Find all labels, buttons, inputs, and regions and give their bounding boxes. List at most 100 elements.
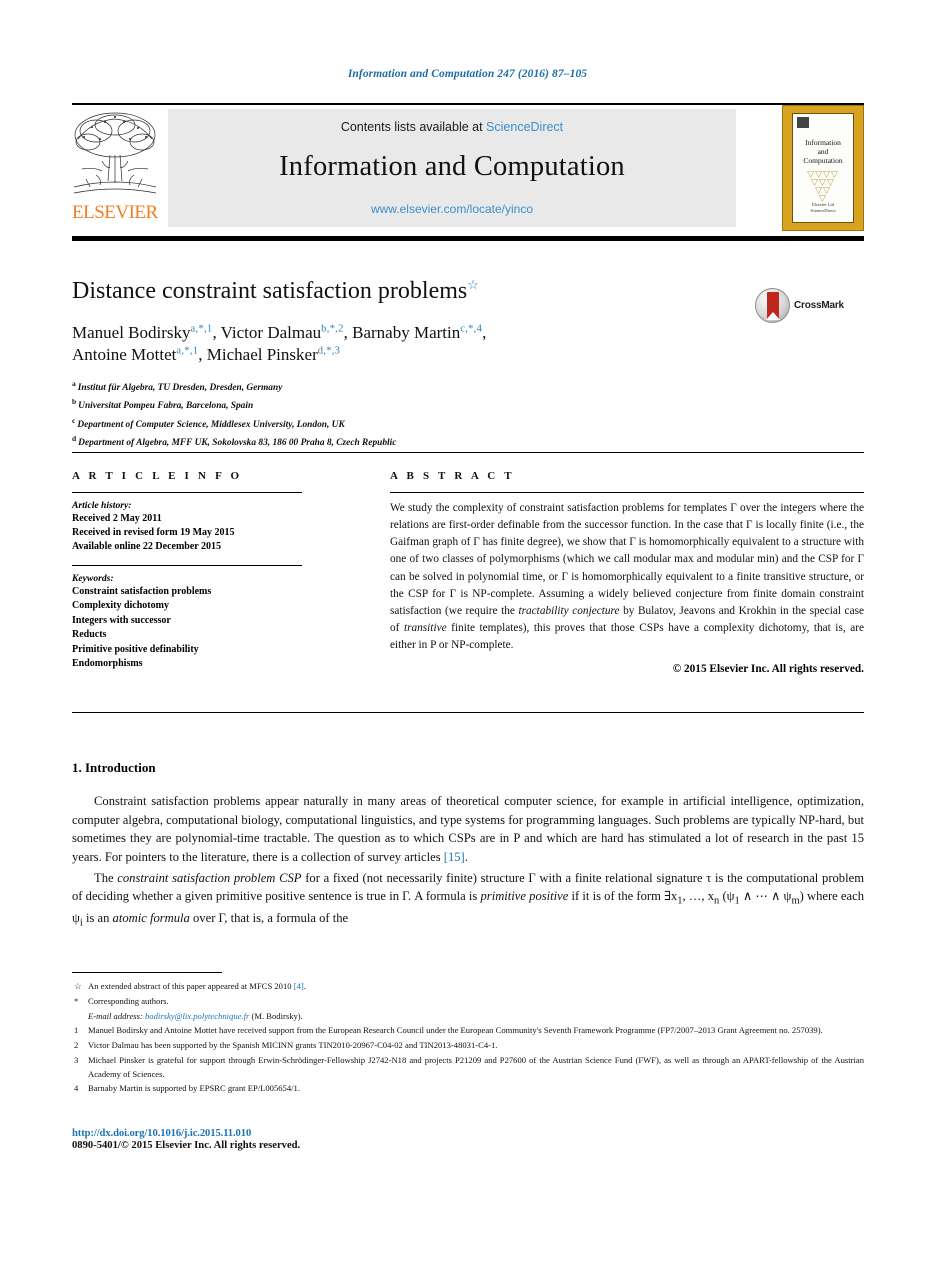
cover-title: Information and Computation	[793, 138, 853, 165]
affiliation-item: d Department of Algebra, MFF UK, Sokolovs…	[72, 433, 772, 451]
abstract-text: We study the complexity of constraint sa…	[390, 502, 864, 652]
elsevier-logo: ELSEVIER	[72, 109, 158, 229]
author-3-marks[interactable]: c,*,4	[460, 323, 482, 334]
section-heading: 1. Introduction	[72, 760, 156, 775]
affiliation-mark: d	[72, 434, 77, 444]
footnote-mark: *	[74, 995, 79, 1006]
email-label: E-mail address:	[88, 1010, 143, 1021]
abstract-bottom-rule	[72, 712, 864, 714]
contents-band: Contents lists available at ScienceDirec…	[168, 109, 736, 227]
footnote-mark: ☆	[74, 981, 82, 991]
footnote-separator-rule	[72, 972, 222, 973]
author-4: Antoine Mottet	[72, 345, 177, 365]
footnote-text: Michael Pinsker is grateful for support …	[88, 1054, 864, 1079]
cover-publisher-icon	[797, 117, 809, 128]
contents-available-line: Contents lists available at ScienceDirec…	[168, 109, 736, 134]
body-paragraph: Constraint satisfaction problems appear …	[72, 794, 864, 864]
footnote-item: 3 Michael Pinsker is grateful for suppor…	[72, 1054, 864, 1082]
cover-triangles-graphic: ▽▽▽▽ ▽▽▽ ▽▽ ▽	[807, 169, 839, 204]
email-owner: (M. Bodirsky).	[251, 1010, 303, 1021]
footnote-text: Manuel Bodirsky and Antoine Mottet have …	[88, 1024, 823, 1035]
journal-url-link[interactable]: www.elsevier.com/locate/yinco	[168, 202, 736, 216]
email-link[interactable]: bodirsky@lix.polytechnique.fr	[145, 1011, 249, 1021]
keyword-item: Primitive positive definability	[72, 643, 199, 655]
footnotes-region: ☆ An extended abstract of this paper app…	[72, 980, 864, 1097]
footnote-mark: 3	[74, 1054, 79, 1065]
contents-prefix-text: Contents lists available at	[340, 120, 487, 134]
cover-foot-line2: ScienceDirect	[810, 208, 836, 214]
cover-title-line1: Information	[805, 138, 841, 147]
info-top-rule	[72, 452, 864, 454]
elsevier-wordmark: ELSEVIER	[72, 202, 158, 223]
affiliation-text: Universitat Pompeu Fabra, Barcelona, Spa…	[78, 401, 254, 412]
footnote-item: * Corresponding authors.	[72, 995, 864, 1009]
body-paragraph: The constraint satisfaction problem CSP …	[72, 870, 865, 929]
author-1-marks[interactable]: a,*,1	[191, 323, 213, 334]
affiliation-item: b Universitat Pompeu Fabra, Barcelona, Sp…	[72, 396, 772, 414]
article-history-label: Article history:	[72, 500, 132, 511]
footnote-item: 1 Manuel Bodirsky and Antoine Mottet hav…	[72, 1024, 864, 1038]
keyword-item: Complexity dichotomy	[72, 600, 169, 612]
abstract-copyright: © 2015 Elsevier Inc. All rights reserved…	[672, 663, 864, 676]
page-title: Distance constraint satisfaction problem…	[72, 277, 772, 306]
footnote-email-line: E-mail address: bodirsky@lix.polytechniq…	[72, 1010, 864, 1024]
introduction-section: 1. Introduction Constraint satisfaction …	[72, 760, 864, 933]
keywords-label: Keywords:	[72, 572, 114, 584]
crossmark-icon	[755, 287, 790, 323]
footnote-text: Victor Dalmau has been supported by the …	[88, 1039, 498, 1050]
affiliation-text: Department of Computer Science, Middlese…	[77, 419, 345, 430]
author-5: Michael Pinsker	[206, 345, 318, 365]
footnote-mark: 2	[74, 1039, 79, 1050]
doi-block: http://dx.doi.org/10.1016/j.ic.2015.11.0…	[72, 1128, 672, 1151]
author-4-marks[interactable]: a,*,1	[176, 345, 198, 356]
paper-page: Information and Computation 247 (2016) 8…	[0, 0, 935, 1266]
keyword-item: Reducts	[72, 629, 107, 641]
affiliation-item: c Department of Computer Science, Middles…	[72, 415, 772, 433]
author-3: Barnaby Martin	[352, 322, 461, 342]
affiliations-list: a Institut für Algebra, TU Dresden, Dresd…	[72, 378, 772, 451]
journal-title: Information and Computation	[279, 151, 625, 182]
author-5-marks[interactable]: d,*,3	[318, 345, 341, 356]
footnote-item: ☆ An extended abstract of this paper app…	[72, 980, 864, 994]
cover-title-line3: Computation	[803, 156, 843, 166]
article-history-item: Available online 22 December 2015	[72, 541, 222, 553]
sciencedirect-link[interactable]: ScienceDirect	[486, 120, 563, 134]
abstract-column: A B S T R A C T We study the complexity …	[390, 470, 864, 675]
crossmark-badge-group[interactable]: CrossMark	[755, 287, 863, 323]
article-info-heading: A R T I C L E I N F O	[72, 470, 243, 482]
journal-cover-thumbnail[interactable]: Information and Computation ▽▽▽▽ ▽▽▽ ▽▽ ▽ E…	[782, 105, 864, 231]
footnote-text: Corresponding authors.	[88, 995, 169, 1006]
abstract-heading: A B S T R A C T	[390, 470, 515, 482]
elsevier-tree-icon	[72, 109, 158, 201]
affiliation-mark: a	[72, 379, 76, 388]
footnote-mark: 4	[74, 1083, 79, 1094]
paper-title-text: Distance constraint satisfaction problem…	[72, 278, 468, 304]
issn-copyright-line: 0890-5401/© 2015 Elsevier Inc. All right…	[72, 1140, 301, 1151]
affiliation-item: a Institut für Algebra, TU Dresden, Dresd…	[72, 378, 772, 396]
cover-foot-line1: Elsevier Ltd	[811, 201, 835, 207]
affiliation-text: Institut für Algebra, TU Dresden, Dresde…	[77, 383, 283, 394]
footnote-text: An extended abstract of this paper appea…	[88, 981, 306, 991]
journal-masthead: ELSEVIER Contents lists available at Sci…	[72, 103, 864, 233]
footnote-mark: 1	[74, 1024, 79, 1035]
article-history-item: Received 2 May 2011	[72, 513, 162, 524]
running-head: Information and Computation 247 (2016) 8…	[347, 68, 588, 80]
author-2-marks[interactable]: b,*,2	[321, 323, 344, 334]
author-1: Manuel Bodirsky	[72, 322, 191, 342]
title-block: Distance constraint satisfaction problem…	[72, 277, 772, 366]
crossmark-label: CrossMark	[794, 299, 844, 311]
title-footnote-mark[interactable]: ☆	[467, 277, 479, 292]
footnote-text: Barnaby Martin is supported by EPSRC gra…	[88, 1083, 300, 1094]
keyword-item: Integers with successor	[72, 614, 171, 626]
doi-link[interactable]: http://dx.doi.org/10.1016/j.ic.2015.11.0…	[72, 1128, 672, 1139]
footnote-item: 2 Victor Dalmau has been supported by th…	[72, 1039, 864, 1053]
keyword-item: Endomorphisms	[72, 658, 143, 670]
affiliation-mark: c	[72, 415, 76, 425]
article-history-item: Received in revised form 19 May 2015	[72, 527, 235, 539]
article-info-column: A R T I C L E I N F O Article history: R…	[72, 470, 302, 672]
cover-title-line2: and	[817, 147, 829, 157]
masthead-bottom-rule	[72, 236, 864, 241]
author-2: Victor Dalmau	[220, 322, 322, 342]
keyword-item: Constraint satisfaction problems	[72, 585, 212, 597]
affiliation-text: Department of Algebra, MFF UK, Sokolovsk…	[78, 438, 397, 449]
